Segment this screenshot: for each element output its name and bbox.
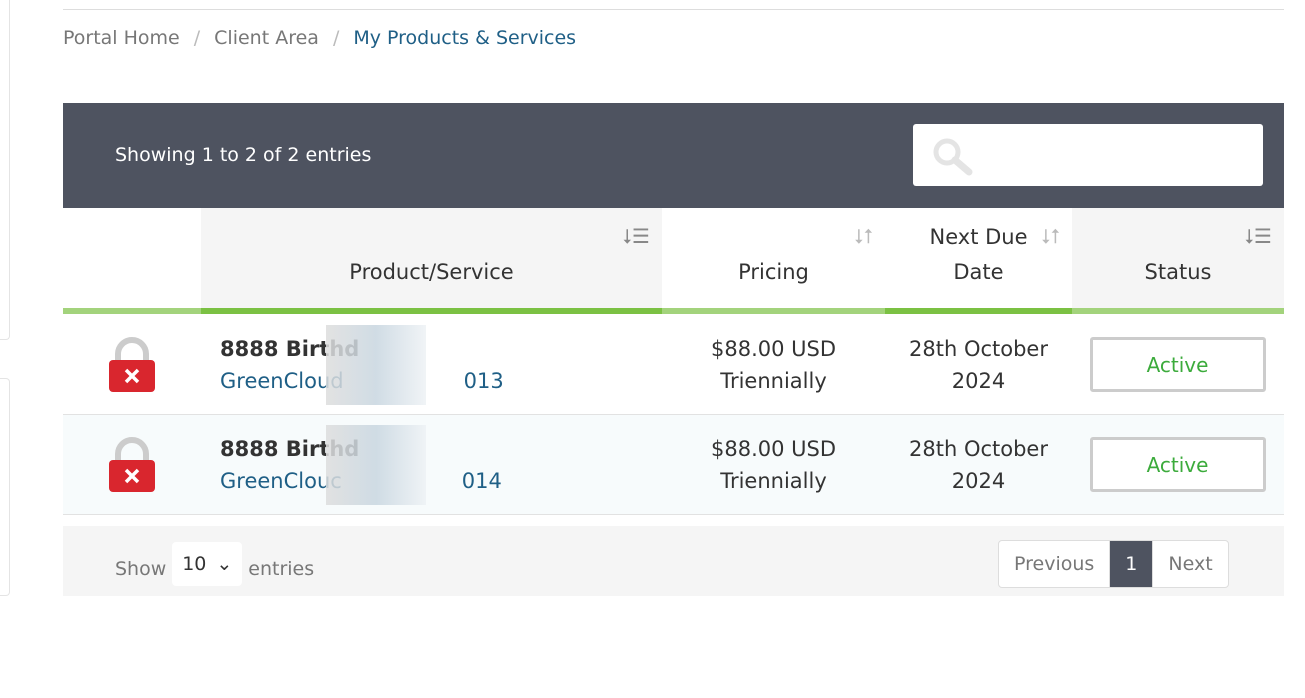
search-input[interactable] [913, 124, 1263, 186]
status-badge: Active [1089, 337, 1266, 392]
table-footer: Show 10 ⌄ entries Previous 1 Next [63, 526, 1284, 596]
sort-icon: ⭣⭡ [1041, 224, 1060, 248]
status-badge: Active [1089, 437, 1266, 492]
table-toolbar: Showing 1 to 2 of 2 entries [63, 103, 1284, 208]
breadcrumb: Portal Home / Client Area / My Products … [63, 27, 576, 49]
product-name: 8888 Birthd [220, 336, 360, 361]
product-domain-link[interactable]: GreenClouc 014 [220, 465, 662, 497]
next-page-button[interactable]: Next [1153, 541, 1227, 587]
billing-cycle: Triennially [720, 468, 827, 493]
table-row[interactable]: 8888 Birthd GreenCloud 013 $88.00 USD Trie… [63, 315, 1284, 415]
sort-icon: ⭣⭡ [854, 224, 873, 248]
due-date: 28th October [909, 436, 1048, 461]
sidebar-edge [0, 0, 10, 340]
breadcrumb-separator: / [332, 27, 340, 49]
divider [63, 9, 1284, 10]
page-1-button[interactable]: 1 [1110, 541, 1154, 587]
pagination: Previous 1 Next [998, 540, 1229, 588]
product-domain-link[interactable]: GreenCloud 013 [220, 365, 662, 397]
sort-desc-icon: ⭣☰ [1244, 224, 1272, 248]
redacted-area [326, 424, 426, 505]
billing-cycle: Triennially [720, 368, 827, 393]
product-name: 8888 Birthd [220, 436, 360, 461]
table-header: Product/Service ⭣☰ Pricing ⭣⭡ Next Due Dat… [63, 208, 1284, 314]
due-date: 28th October [909, 336, 1048, 361]
column-status[interactable]: Status ⭣☰ [1072, 208, 1284, 314]
breadcrumb-client-area[interactable]: Client Area [214, 27, 319, 49]
breadcrumb-current: My Products & Services [353, 27, 577, 49]
column-next-due-date[interactable]: Next Due Date ⭣⭡ [885, 208, 1072, 314]
table-row[interactable]: 8888 Birthd GreenClouc 014 $88.00 USD Trie… [63, 415, 1284, 515]
column-icon [63, 208, 201, 314]
chevron-down-icon: ⌄ [216, 553, 233, 575]
price: $88.00 USD [710, 336, 837, 361]
lock-cancelled-icon [109, 436, 155, 492]
sort-desc-icon: ⭣☰ [622, 224, 650, 248]
breadcrumb-separator: / [193, 27, 201, 49]
entries-per-page-select[interactable]: 10 ⌄ [172, 542, 243, 586]
sidebar-edge [0, 378, 10, 596]
redacted-area [326, 324, 426, 405]
previous-page-button[interactable]: Previous [999, 541, 1111, 587]
entries-info: Showing 1 to 2 of 2 entries [115, 144, 372, 166]
column-pricing[interactable]: Pricing ⭣⭡ [662, 208, 885, 314]
column-product-service[interactable]: Product/Service ⭣☰ [201, 208, 662, 314]
breadcrumb-portal-home[interactable]: Portal Home [63, 27, 180, 49]
price: $88.00 USD [710, 436, 837, 461]
search-icon [933, 138, 973, 176]
lock-cancelled-icon [109, 336, 155, 392]
